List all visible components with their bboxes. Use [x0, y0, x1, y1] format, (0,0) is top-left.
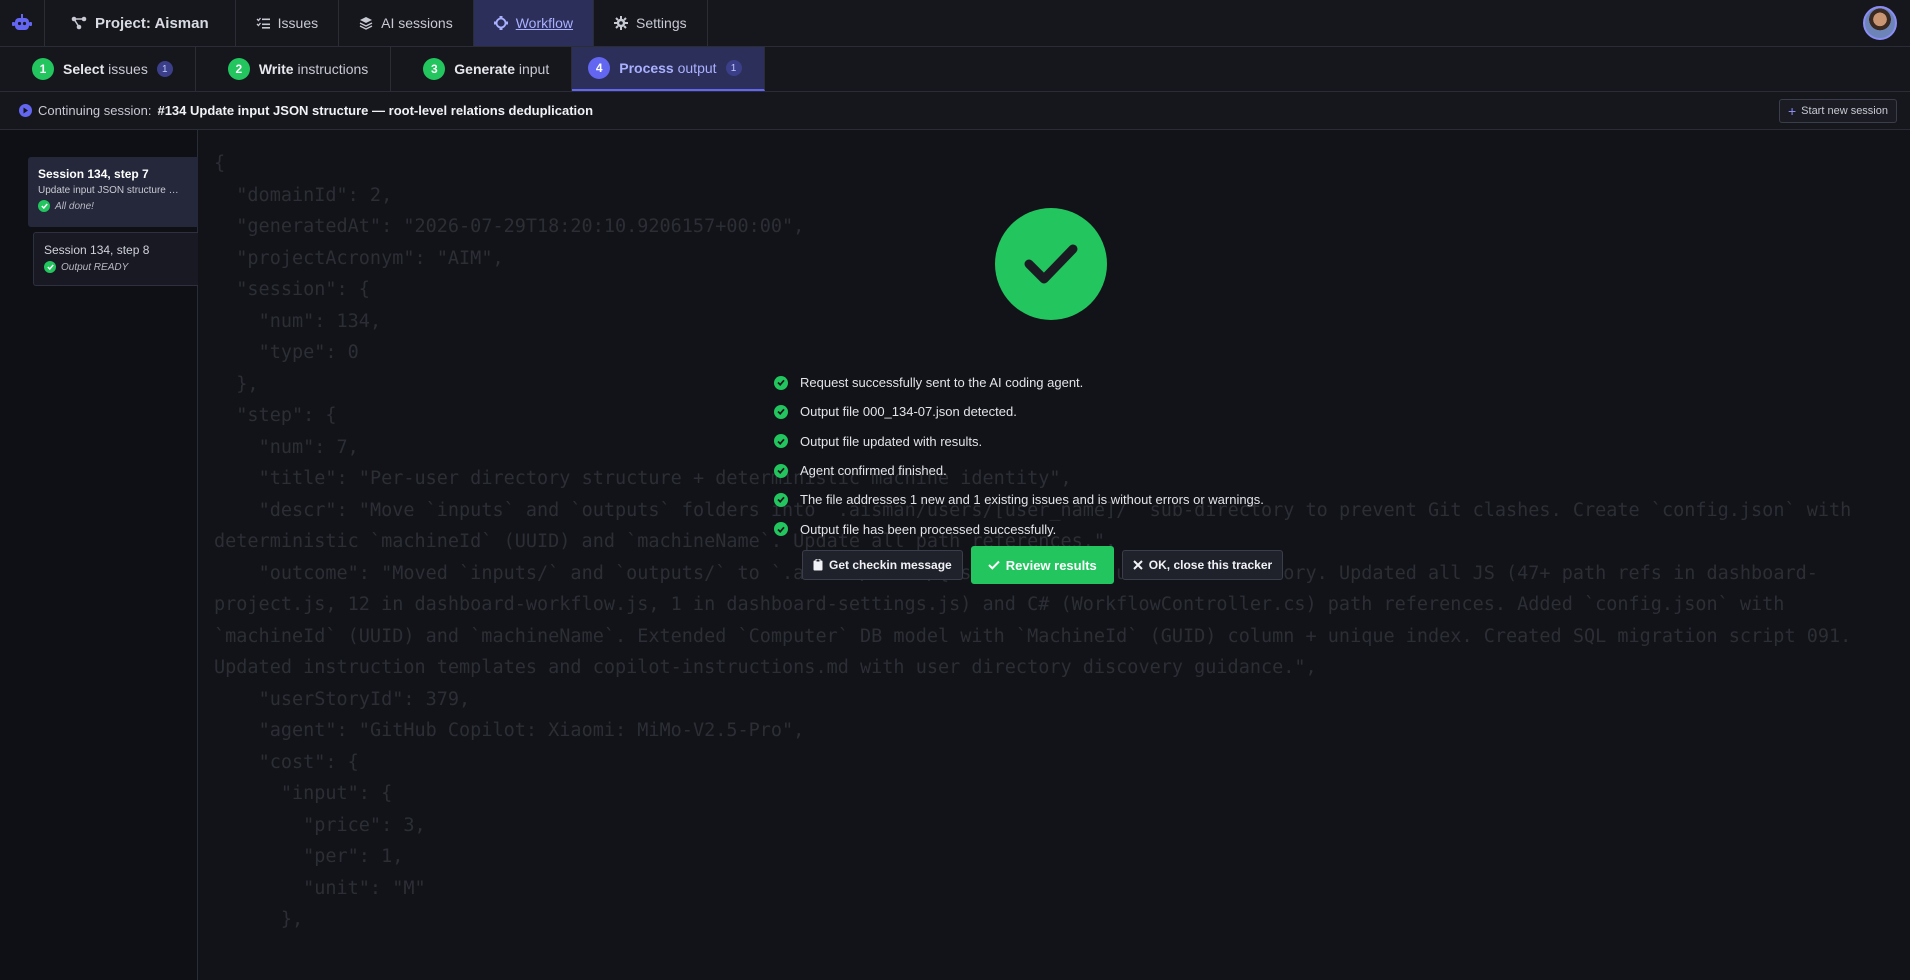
card-status: Output READY — [44, 261, 188, 273]
nav-settings[interactable]: Settings — [594, 0, 708, 46]
check-circle-icon — [774, 404, 788, 419]
close-tracker-button[interactable]: OK, close this tracker — [1121, 550, 1284, 580]
step-label: Select issues — [63, 61, 148, 77]
nav-ai-sessions[interactable]: AI sessions — [339, 0, 474, 46]
step-write-instructions[interactable]: 2 Write instructions — [196, 47, 392, 91]
session-prefix: Continuing session: — [38, 103, 152, 118]
step-number: 4 — [588, 57, 611, 79]
nav-workflow[interactable]: Workflow — [473, 0, 595, 46]
get-checkin-message-button[interactable]: Get checkin message — [802, 550, 963, 580]
card-description: Update input JSON structure — root-level… — [38, 185, 188, 196]
status-message: Request successfully sent to the AI codi… — [774, 368, 1264, 397]
robot-logo-icon — [12, 14, 32, 30]
review-results-button[interactable]: Review results — [970, 546, 1114, 584]
nav-workflow-label: Workflow — [515, 15, 574, 31]
check-circle-icon — [774, 522, 788, 537]
plus-icon: + — [1787, 103, 1797, 119]
completion-tracker: Request successfully sent to the AI codi… — [198, 130, 1910, 980]
success-check-icon — [995, 208, 1107, 320]
session-title: #134 Update input JSON structure — root-… — [157, 103, 594, 118]
workflow-steps: 1 Select issues 1 2 Write instructions 3… — [0, 47, 1910, 92]
status-message: Output file 000_134-07.json detected. — [774, 397, 1264, 426]
nav-project[interactable]: Project: Aisman — [45, 0, 236, 46]
close-icon — [1133, 560, 1143, 570]
status-message: The file addresses 1 new and 1 existing … — [774, 485, 1264, 514]
step-label: Generate input — [454, 61, 550, 77]
step-process-output[interactable]: 4 Process output 1 — [572, 47, 765, 91]
nav-issues-label: Issues — [277, 15, 319, 31]
step-number: 2 — [227, 58, 250, 80]
check-circle-icon — [44, 261, 56, 273]
card-title: Session 134, step 8 — [44, 243, 150, 257]
start-new-session-button[interactable]: + Start new session — [1778, 99, 1897, 123]
session-step-sidebar: Session 134, step 7 Update input JSON st… — [0, 130, 198, 980]
step-select-issues[interactable]: 1 Select issues 1 — [0, 47, 196, 91]
status-message: Output file updated with results. — [774, 427, 1264, 456]
clipboard-icon — [813, 559, 823, 571]
user-avatar[interactable] — [1863, 6, 1897, 40]
nav-project-label: Project: Aisman — [95, 14, 209, 32]
check-circle-icon — [774, 434, 788, 449]
card-status: All done! — [38, 200, 188, 212]
gear-icon — [614, 16, 629, 30]
check-icon — [988, 560, 1000, 570]
start-new-session-label: Start new session — [1801, 105, 1888, 117]
check-circle-icon — [774, 492, 788, 507]
tracker-actions: Get checkin message Review results OK, c… — [802, 546, 1284, 584]
session-bar: Continuing session: #134 Update input JS… — [0, 92, 1910, 130]
step-number: 3 — [423, 58, 446, 80]
play-circle-icon — [19, 104, 32, 117]
step-generate-input[interactable]: 3 Generate input — [391, 47, 573, 91]
step-count-badge: 1 — [725, 60, 742, 76]
workflow-cycle-icon — [493, 16, 508, 30]
list-check-icon — [256, 17, 270, 29]
status-message: Output file has been processed successfu… — [774, 514, 1264, 543]
step-number: 1 — [32, 58, 54, 80]
status-message: Agent confirmed finished. — [774, 456, 1264, 485]
step-label: Write instructions — [258, 61, 369, 77]
check-circle-icon — [774, 375, 788, 390]
layers-icon — [359, 17, 373, 30]
top-nav: Project: Aisman Issues AI sessions Workf… — [0, 0, 1910, 47]
session-step-card-active[interactable]: Session 134, step 7 Update input JSON st… — [28, 157, 198, 227]
project-tree-icon — [71, 16, 87, 30]
card-title: Session 134, step 7 — [38, 167, 149, 181]
session-step-card[interactable]: Session 134, step 8 Output READY — [33, 232, 198, 286]
step-count-badge: 1 — [156, 61, 173, 77]
check-circle-icon — [38, 200, 50, 212]
nav-issues[interactable]: Issues — [236, 0, 340, 46]
nav-settings-label: Settings — [636, 15, 687, 31]
nav-ai-sessions-label: AI sessions — [381, 15, 453, 31]
app-logo[interactable] — [0, 0, 45, 46]
check-circle-icon — [774, 463, 788, 478]
status-message-list: Request successfully sent to the AI codi… — [774, 368, 1264, 544]
step-label: Process output — [619, 60, 717, 76]
